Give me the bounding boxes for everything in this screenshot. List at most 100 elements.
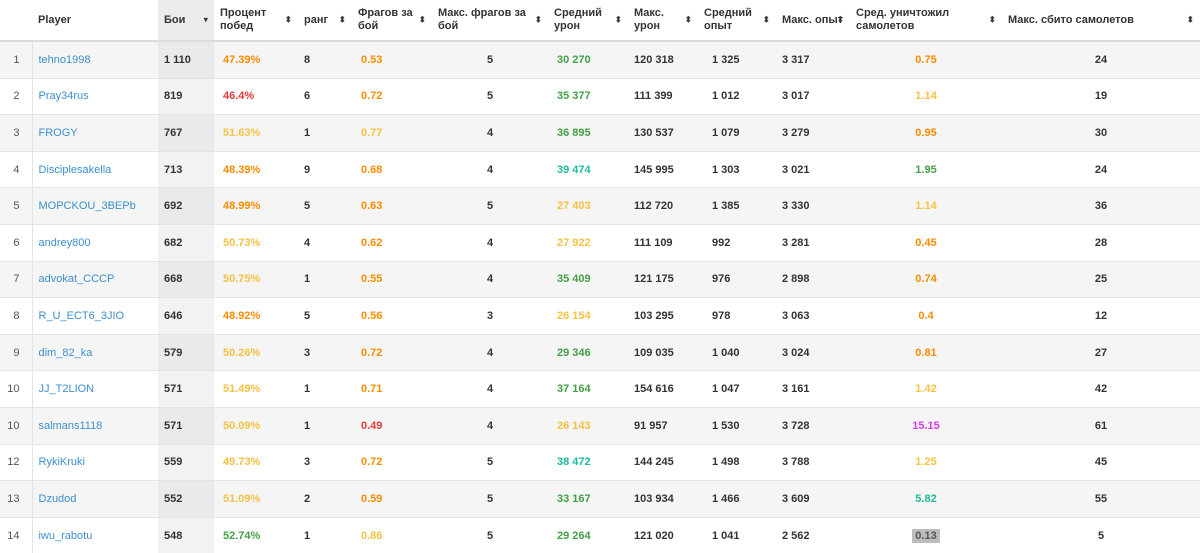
cell-maxplanes: 27 — [1002, 333, 1200, 371]
cell-maxxp: 3 024 — [776, 333, 850, 371]
column-header-rank[interactable]: ранг ⬍ — [298, 0, 352, 42]
cell-value: 5 — [304, 309, 311, 322]
cell-rank: 5 — [298, 187, 352, 225]
player-link[interactable]: iwu_rabotu — [39, 530, 93, 542]
sort-icon[interactable]: ⬍ — [762, 14, 770, 27]
cell-value: 976 — [712, 273, 731, 286]
player-link[interactable]: advokat_CCCP — [39, 273, 115, 285]
cell-value: 1 — [304, 419, 311, 432]
cell-maxxp: 3 788 — [776, 443, 850, 481]
cell-frags: 0.63 — [352, 187, 432, 225]
player-link[interactable]: andrey800 — [39, 237, 91, 249]
sort-icon[interactable]: ⬍ — [338, 14, 346, 27]
cell-maxfrags: 4 — [432, 370, 548, 408]
cell-winrate: 50.09% — [214, 406, 298, 445]
cell-player[interactable]: Pray34rus — [31, 77, 158, 115]
cell-value: 10 — [7, 383, 20, 396]
sort-icon[interactable]: ⬍ — [684, 14, 692, 27]
cell-maxxp: 3 021 — [776, 150, 850, 188]
cell-player[interactable]: dim_82_ka — [31, 333, 158, 371]
cell-player[interactable]: tehno1998 — [31, 40, 158, 79]
cell-value: 6 — [304, 90, 311, 103]
cell-value: 8 — [304, 53, 311, 66]
cell-value: 51.49% — [223, 383, 261, 396]
cell-value: 5 — [486, 200, 494, 213]
cell-value: 111 399 — [634, 90, 673, 103]
column-header-avgdmg[interactable]: Средний урон ⬍ — [548, 0, 628, 42]
cell-value: 1 — [304, 529, 311, 542]
cell-battles: 571 — [158, 370, 214, 408]
cell-winrate: 52.74% — [214, 516, 298, 553]
cell-avgplanes: 0.13 — [850, 516, 1002, 553]
player-link[interactable]: FROGY — [39, 127, 78, 139]
cell-value: 5 — [486, 90, 494, 103]
player-link[interactable]: dim_82_ka — [39, 347, 93, 359]
cell-rank: 8 — [298, 40, 352, 79]
cell-value: 6 — [13, 236, 20, 249]
player-link[interactable]: Disciplesakella — [39, 164, 112, 176]
player-link[interactable]: salmans1118 — [39, 420, 103, 432]
sort-icon[interactable]: ⬍ — [418, 14, 426, 27]
column-header-battles[interactable]: Бои ▾ — [158, 0, 214, 42]
cell-value: 121 020 — [634, 529, 674, 542]
player-link[interactable]: JJ_T2LION — [39, 383, 95, 395]
cell-value: 1 530 — [712, 419, 740, 432]
player-link[interactable]: MOPCKOU_3BEPb — [39, 200, 136, 212]
cell-value: 29 346 — [557, 346, 591, 359]
cell-player[interactable]: Dzudod — [31, 480, 158, 518]
cell-battles: 646 — [158, 297, 214, 335]
column-header-avgplanes[interactable]: Сред. уничтожил самолетов ⬍ — [850, 0, 1002, 42]
column-header-avgxp[interactable]: Средний опыт ⬍ — [698, 0, 776, 42]
table-row: 13 Dzudod 552 51.09% 2 0.59 5 33 167 103 934 1 46… — [0, 480, 1200, 518]
cell-rank: 1 — [298, 370, 352, 408]
cell-player[interactable]: Disciplesakella — [31, 150, 158, 188]
sort-icon[interactable]: ⬍ — [614, 14, 622, 27]
cell-maxfrags: 4 — [432, 114, 548, 152]
cell-value: 29 264 — [557, 529, 591, 542]
cell-value: 3 — [304, 346, 311, 359]
player-link[interactable]: tehno1998 — [39, 54, 91, 66]
cell-frags: 0.72 — [352, 443, 432, 481]
column-header-maxxp[interactable]: Макс. опыт ⬍ — [776, 0, 850, 42]
cell-player[interactable]: FROGY — [31, 114, 158, 152]
sort-icon[interactable]: ⬍ — [1186, 14, 1194, 27]
cell-value: 50.75% — [223, 273, 261, 286]
column-header-winrate[interactable]: Процент побед ⬍ — [214, 0, 298, 42]
cell-avgxp: 1 303 — [698, 150, 776, 188]
cell-value: 0.77 — [361, 126, 383, 139]
cell-value: 0.49 — [361, 419, 383, 432]
column-header-maxplanes[interactable]: Макс. сбито самолетов ⬍ — [1002, 0, 1200, 42]
cell-player[interactable]: JJ_T2LION — [31, 370, 158, 408]
cell-player[interactable]: salmans1118 — [31, 406, 158, 445]
sort-icon[interactable]: ⬍ — [284, 14, 292, 27]
cell-player[interactable]: RykiKruki — [31, 443, 158, 481]
cell-value: 5 — [486, 53, 494, 66]
sort-desc-icon[interactable]: ▾ — [203, 14, 208, 27]
cell-player[interactable]: advokat_CCCP — [31, 260, 158, 298]
cell-maxdmg: 154 616 — [628, 370, 698, 408]
cell-player[interactable]: R_U_ECT6_3JIO — [31, 297, 158, 335]
sort-icon[interactable]: ⬍ — [534, 14, 542, 27]
column-header-frags[interactable]: Фрагов за бой ⬍ — [352, 0, 432, 42]
cell-avgxp: 1 041 — [698, 516, 776, 553]
cell-winrate: 50.75% — [214, 260, 298, 298]
player-link[interactable]: Pray34rus — [39, 90, 89, 102]
column-header-player[interactable]: Player — [32, 0, 158, 42]
column-header-maxfrags[interactable]: Макс. фрагов за бой ⬍ — [432, 0, 548, 42]
player-link[interactable]: R_U_ECT6_3JIO — [39, 310, 125, 322]
column-header-maxdmg[interactable]: Макс. урон ⬍ — [628, 0, 698, 42]
cell-value: 30 — [1094, 126, 1108, 139]
cell-winrate: 46.4% — [214, 77, 298, 115]
player-link[interactable]: RykiKruki — [39, 456, 85, 468]
cell-value: 646 — [164, 309, 183, 322]
cell-player[interactable]: iwu_rabotu — [31, 516, 158, 553]
sort-icon[interactable]: ⬍ — [836, 14, 844, 27]
sort-icon[interactable]: ⬍ — [988, 14, 996, 27]
cell-player[interactable]: MOPCKOU_3BEPb — [31, 187, 158, 225]
cell-value: 26 143 — [557, 419, 591, 432]
cell-num: 4 — [0, 150, 32, 188]
player-link[interactable]: Dzudod — [39, 493, 77, 505]
cell-player[interactable]: andrey800 — [31, 223, 158, 262]
cell-maxfrags: 5 — [432, 480, 548, 518]
cell-value: 3 279 — [782, 126, 810, 139]
